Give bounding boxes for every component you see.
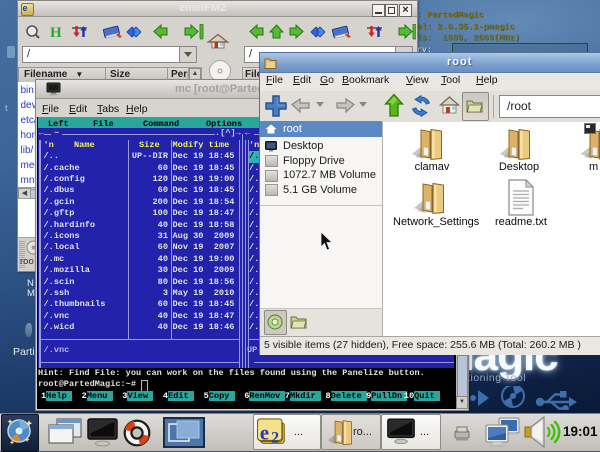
svg-text:2: 2 [271,429,279,446]
svg-text:H: H [50,25,62,41]
svg-text:e: e [260,423,269,445]
